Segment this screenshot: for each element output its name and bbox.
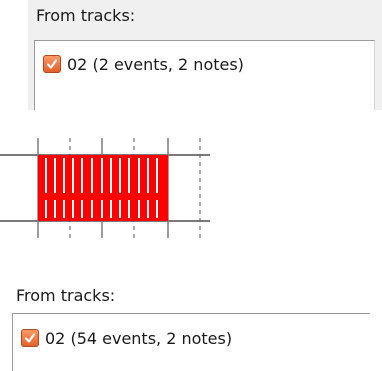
tracks-list[interactable]: 02 (2 events, 2 notes) bbox=[34, 40, 375, 110]
checkmark-icon bbox=[24, 333, 36, 343]
from-tracks-label: From tracks: bbox=[16, 286, 116, 305]
track-checkbox[interactable] bbox=[21, 329, 39, 347]
track-item-label: 02 (54 events, 2 notes) bbox=[45, 328, 233, 348]
track-checkbox[interactable] bbox=[43, 55, 61, 73]
notes-region-graphic[interactable] bbox=[0, 130, 210, 245]
track-item-label: 02 (2 events, 2 notes) bbox=[67, 54, 244, 74]
tracks-panel-top: From tracks: 02 (2 events, 2 notes) bbox=[28, 0, 382, 110]
tracks-panel-bottom: From tracks: 02 (54 events, 2 notes) bbox=[0, 271, 382, 371]
checkmark-icon bbox=[46, 59, 58, 69]
tracks-list[interactable]: 02 (54 events, 2 notes) bbox=[12, 313, 370, 371]
track-item[interactable]: 02 (2 events, 2 notes) bbox=[43, 53, 244, 75]
from-tracks-label: From tracks: bbox=[36, 6, 136, 25]
track-item[interactable]: 02 (54 events, 2 notes) bbox=[21, 327, 232, 349]
track-region[interactable] bbox=[0, 130, 210, 245]
